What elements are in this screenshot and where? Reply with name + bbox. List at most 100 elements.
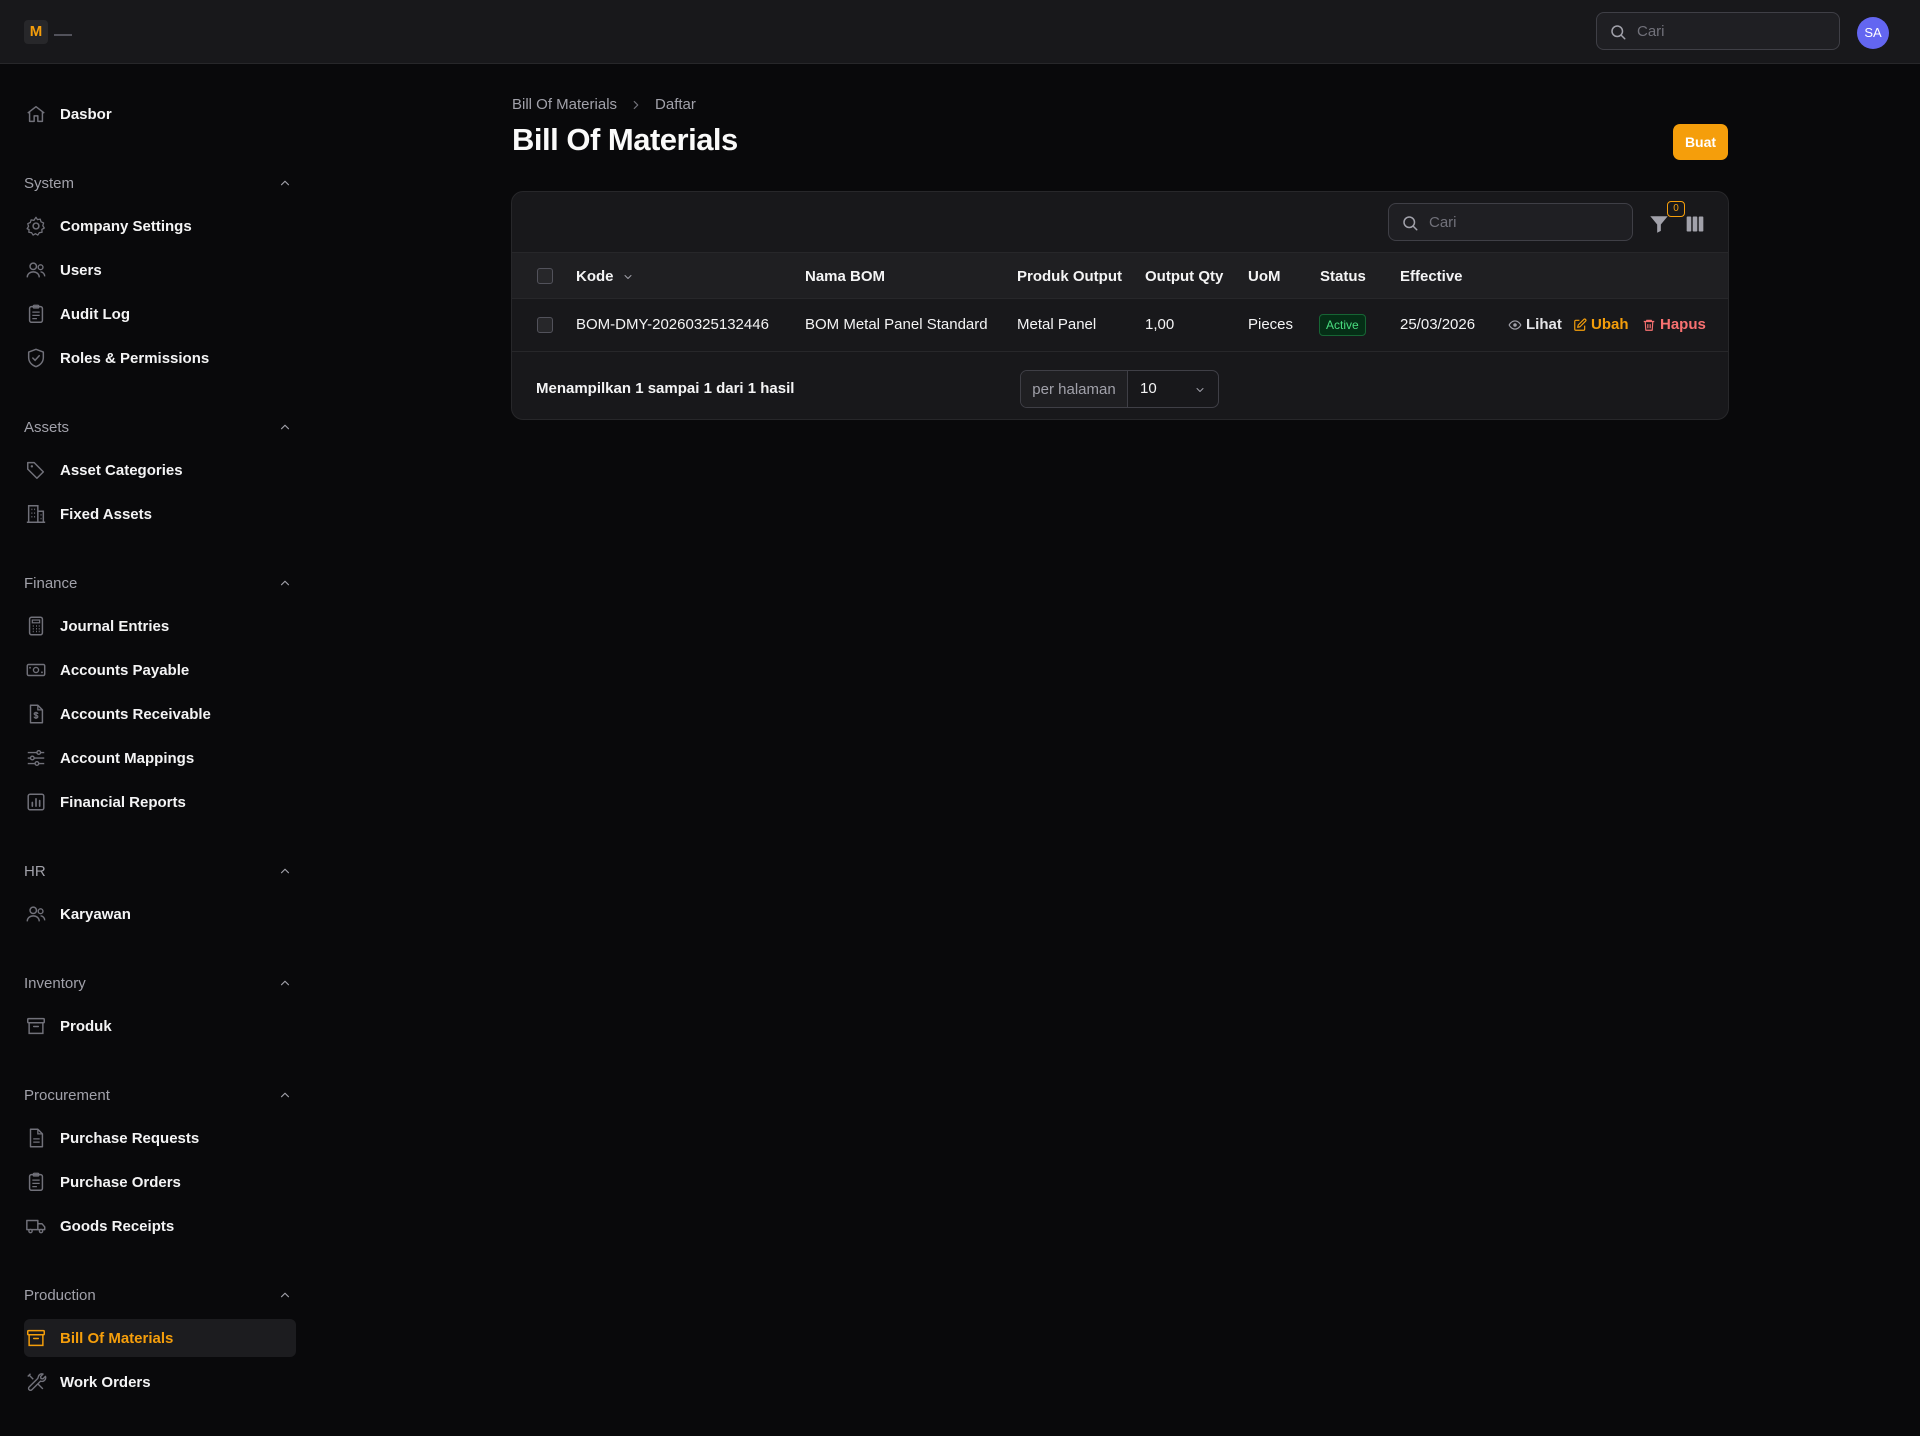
column-header-kode[interactable]: Kode xyxy=(576,268,634,285)
sidebar-item-label: Account Mappings xyxy=(60,749,195,767)
delete-action[interactable]: Hapus xyxy=(1642,316,1706,333)
calculator-icon xyxy=(25,615,47,637)
sidebar-group-hr[interactable]: HR xyxy=(24,860,296,882)
column-header-produk-output: Produk Output xyxy=(1017,268,1122,285)
breadcrumb-current: Daftar xyxy=(655,96,696,113)
sidebar-item-asset-categories[interactable]: Asset Categories xyxy=(24,451,296,489)
sidebar-group-label: HR xyxy=(24,862,46,880)
sidebar-item-label: Goods Receipts xyxy=(60,1217,175,1235)
view-action[interactable]: Lihat xyxy=(1508,316,1562,333)
sidebar-group-production[interactable]: Production xyxy=(24,1284,296,1306)
sidebar-item-label: Accounts Payable xyxy=(60,661,190,679)
sidebar-item-dashboard[interactable]: Dasbor xyxy=(24,95,296,133)
sidebar-item-journal-entries[interactable]: Journal Entries xyxy=(24,607,296,645)
sidebar-item-company-settings[interactable]: Company Settings xyxy=(24,207,296,245)
edit-action[interactable]: Ubah xyxy=(1573,316,1629,333)
trash-icon xyxy=(1642,318,1656,332)
sidebar-item-work-orders[interactable]: Work Orders xyxy=(24,1363,296,1401)
sidebar-item-purchase-orders[interactable]: Purchase Orders xyxy=(24,1163,296,1201)
filter-icon[interactable] xyxy=(1648,213,1670,235)
sidebar-group-system[interactable]: System xyxy=(24,172,296,194)
sidebar-item-account-mappings[interactable]: Account Mappings xyxy=(24,739,296,777)
create-button[interactable]: Buat xyxy=(1673,124,1728,160)
filter-count-badge: 0 xyxy=(1667,201,1685,217)
sidebar-item-label: Purchase Orders xyxy=(60,1173,181,1191)
sidebar-item-label: Financial Reports xyxy=(60,793,186,811)
document-icon xyxy=(25,1127,47,1149)
cell-uom: Pieces xyxy=(1248,316,1294,333)
page-title: Bill Of Materials xyxy=(512,122,738,157)
sidebar-item-audit-log[interactable]: Audit Log xyxy=(24,295,296,333)
sidebar-group-label: Assets xyxy=(24,418,70,436)
sidebar-item-label: Users xyxy=(60,261,102,279)
sidebar-item-roles-permissions[interactable]: Roles & Permissions xyxy=(24,339,296,377)
sidebar-item-label: Bill Of Materials xyxy=(60,1329,174,1347)
tag-icon xyxy=(25,459,47,481)
row-checkbox[interactable] xyxy=(537,317,553,333)
sidebar-item-label: Work Orders xyxy=(60,1373,151,1391)
sidebar-item-label: Audit Log xyxy=(60,305,130,323)
per-page-label: per halaman xyxy=(1021,371,1128,407)
column-header-uom: UoM xyxy=(1248,268,1281,285)
app-logo[interactable]: M xyxy=(24,20,48,44)
table-row: BOM-DMY-20260325132446 BOM Metal Panel S… xyxy=(512,299,1728,352)
dollar-document-icon xyxy=(25,703,47,725)
banknote-icon xyxy=(25,659,47,681)
sidebar-item-label: Karyawan xyxy=(60,905,131,923)
sidebar-group-procurement[interactable]: Procurement xyxy=(24,1084,296,1106)
global-search[interactable] xyxy=(1596,12,1840,50)
column-header-status: Status xyxy=(1320,268,1366,285)
bar-chart-icon xyxy=(25,791,47,813)
sidebar-group-label: Production xyxy=(24,1286,96,1304)
eye-icon xyxy=(1508,318,1522,332)
building-icon xyxy=(25,503,47,525)
sidebar-item-goods-receipts[interactable]: Goods Receipts xyxy=(24,1207,296,1245)
sidebar-item-financial-reports[interactable]: Financial Reports xyxy=(24,783,296,821)
sidebar-item-label: Purchase Requests xyxy=(60,1129,200,1147)
sidebar-group-assets[interactable]: Assets xyxy=(24,416,296,438)
archive-box-icon xyxy=(25,1327,47,1349)
sidebar-group-finance[interactable]: Finance xyxy=(24,572,296,594)
sidebar-item-label: Fixed Assets xyxy=(60,505,152,523)
sidebar-item-label: Roles & Permissions xyxy=(60,349,210,367)
cell-nama-bom: BOM Metal Panel Standard xyxy=(805,316,988,333)
truck-icon xyxy=(25,1215,47,1237)
sidebar-group-inventory[interactable]: Inventory xyxy=(24,972,296,994)
edit-icon xyxy=(1573,318,1587,332)
per-page-select[interactable]: 10 xyxy=(1128,371,1218,407)
sidebar-item-produk[interactable]: Produk xyxy=(24,1007,296,1045)
chevron-up-icon xyxy=(278,176,292,190)
chevron-up-icon xyxy=(278,1088,292,1102)
sidebar-item-label: Dasbor xyxy=(60,105,112,123)
sidebar-item-accounts-receivable[interactable]: Accounts Receivable xyxy=(24,695,296,733)
chevron-up-icon xyxy=(278,1288,292,1302)
chevron-up-icon xyxy=(278,976,292,990)
sidebar-group-label: Finance xyxy=(24,574,78,592)
sidebar-item-accounts-payable[interactable]: Accounts Payable xyxy=(24,651,296,689)
per-page-control: per halaman 10 xyxy=(1020,370,1219,408)
columns-icon[interactable] xyxy=(1684,214,1706,234)
sidebar-group-label: Procurement xyxy=(24,1086,110,1104)
cell-effective: 25/03/2026 xyxy=(1400,316,1476,333)
sidebar-item-users[interactable]: Users xyxy=(24,251,296,289)
search-icon xyxy=(1609,23,1627,41)
global-search-input[interactable] xyxy=(1637,13,1827,49)
clipboard-icon xyxy=(25,303,47,325)
user-avatar[interactable]: SA xyxy=(1857,17,1889,49)
app-logo-wordmark xyxy=(54,34,72,36)
sidebar-group-label: Inventory xyxy=(24,974,86,992)
sidebar-item-karyawan[interactable]: Karyawan xyxy=(24,895,296,933)
table-search[interactable] xyxy=(1388,203,1633,241)
breadcrumb: Bill Of Materials Daftar xyxy=(512,96,696,113)
gear-icon xyxy=(25,215,47,237)
home-icon xyxy=(25,103,47,125)
breadcrumb-link-bill-of-materials[interactable]: Bill Of Materials xyxy=(512,96,617,113)
sidebar-item-fixed-assets[interactable]: Fixed Assets xyxy=(24,495,296,533)
table-search-input[interactable] xyxy=(1429,204,1619,240)
clipboard-icon xyxy=(25,1171,47,1193)
archive-box-icon xyxy=(25,1015,47,1037)
sidebar-item-bill-of-materials[interactable]: Bill Of Materials xyxy=(24,1319,296,1357)
sidebar-item-label: Asset Categories xyxy=(60,461,183,479)
select-all-checkbox[interactable] xyxy=(537,268,553,284)
sidebar-item-purchase-requests[interactable]: Purchase Requests xyxy=(24,1119,296,1157)
